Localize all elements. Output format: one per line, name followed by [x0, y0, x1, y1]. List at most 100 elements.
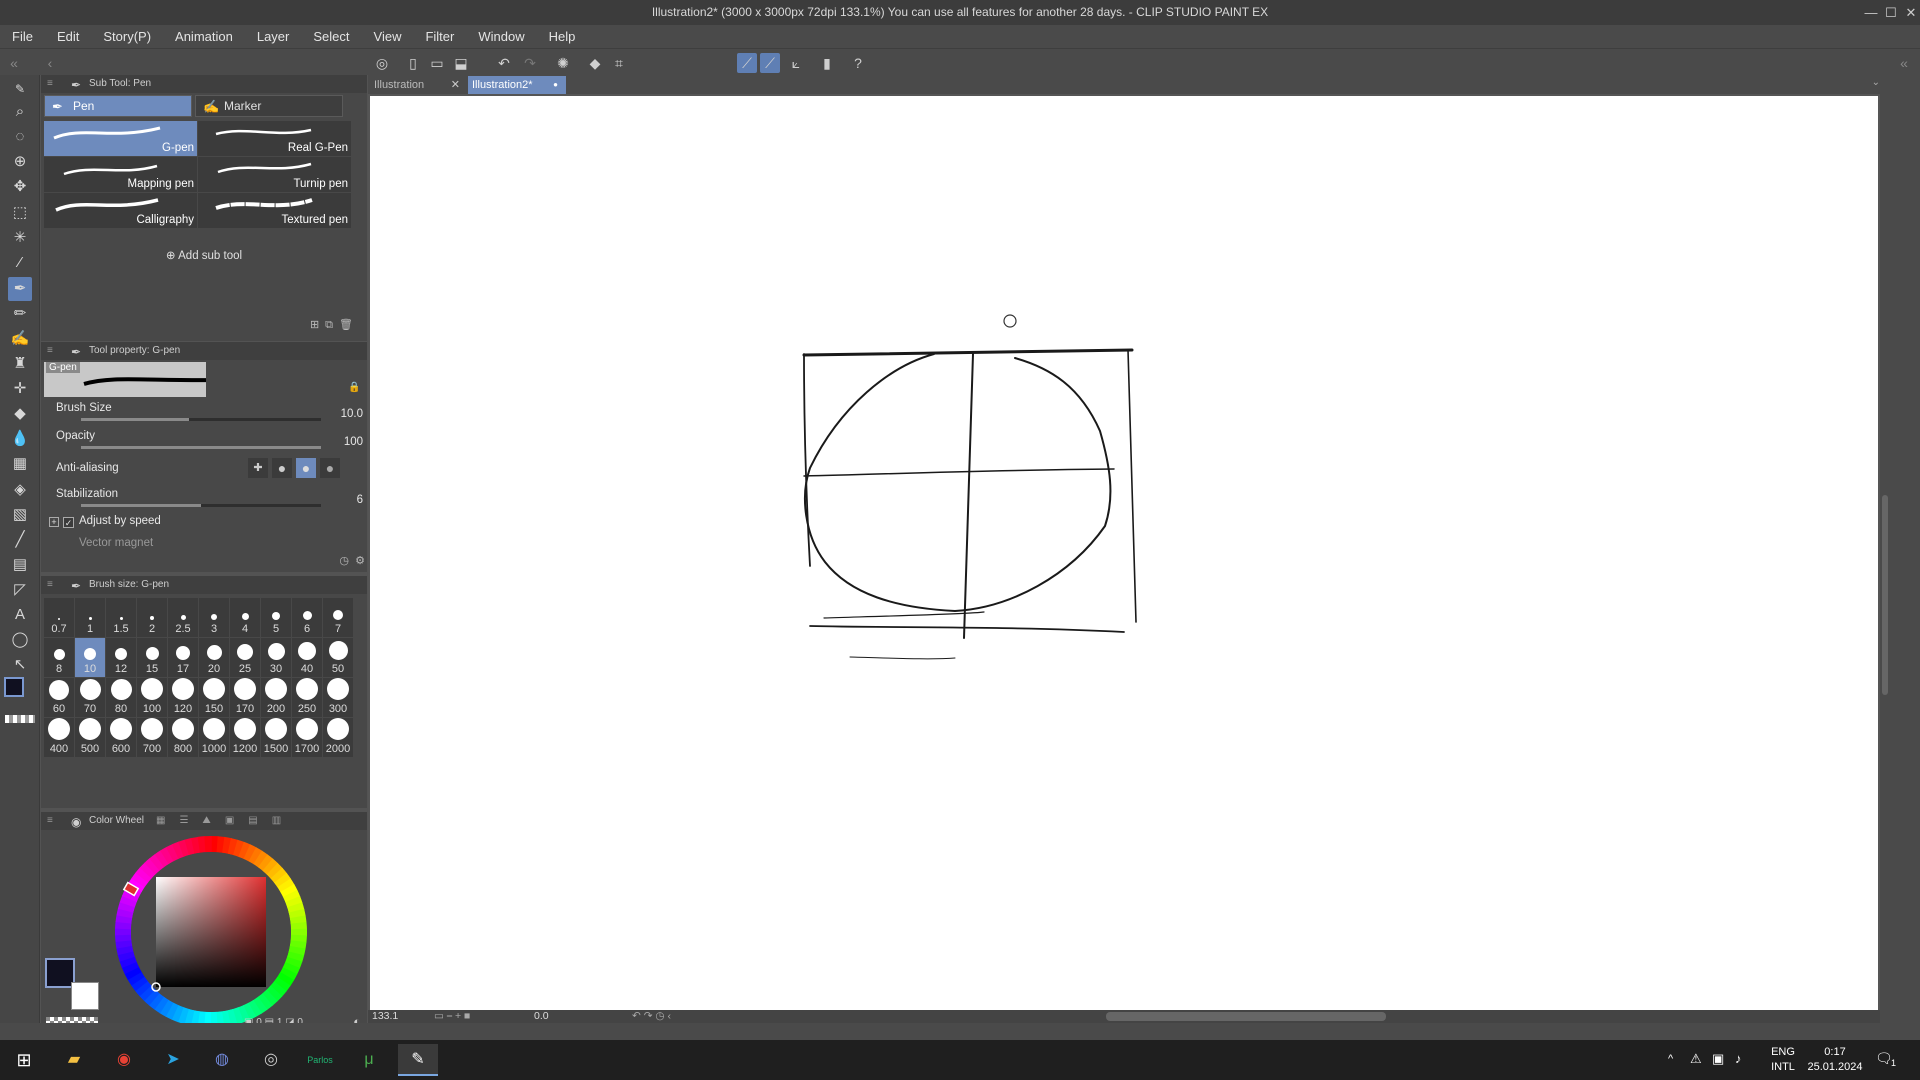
- rotation-value[interactable]: 0.0: [534, 1010, 549, 1022]
- clock[interactable]: 0:17 25.01.2024: [1803, 1045, 1867, 1075]
- brush-size-option[interactable]: 20: [199, 638, 229, 677]
- grip-icon[interactable]: ≡: [47, 812, 53, 830]
- vertical-scrollbar[interactable]: [1882, 495, 1888, 695]
- menu-window[interactable]: Window: [466, 29, 536, 44]
- loading-icon[interactable]: ✺: [553, 53, 573, 73]
- blend-icon[interactable]: 💧: [8, 427, 32, 451]
- brush-size-slider[interactable]: [81, 418, 321, 421]
- help-icon[interactable]: ?: [848, 53, 868, 73]
- collapse-left-icon[interactable]: «: [4, 53, 24, 73]
- menu-layer[interactable]: Layer: [245, 29, 302, 44]
- drawing-canvas[interactable]: [370, 96, 1878, 1010]
- telegram-icon[interactable]: ➤: [153, 1044, 193, 1076]
- collapse-right-icon[interactable]: «: [1894, 53, 1914, 73]
- settings-icon[interactable]: ⚙: [355, 554, 365, 567]
- windows-start-icon[interactable]: ⊞: [4, 1044, 44, 1076]
- correct-line-icon[interactable]: ↖: [8, 653, 32, 677]
- menu-edit[interactable]: Edit: [45, 29, 91, 44]
- brush-size-option[interactable]: 170: [230, 678, 260, 717]
- brush-size-option[interactable]: 120: [168, 678, 198, 717]
- fill-icon[interactable]: ◈: [8, 478, 32, 502]
- stabilization-slider[interactable]: [81, 504, 321, 507]
- airbrush-icon[interactable]: ♜: [8, 352, 32, 376]
- move-icon[interactable]: ✥: [8, 175, 32, 199]
- companion-icon[interactable]: ▮: [817, 53, 837, 73]
- grip-icon[interactable]: ≡: [47, 75, 53, 93]
- brush-size-option[interactable]: 15: [137, 638, 167, 677]
- minimize-button[interactable]: —: [1862, 0, 1880, 25]
- grip-icon[interactable]: ≡: [47, 576, 53, 594]
- brush-size-option[interactable]: 150: [199, 678, 229, 717]
- grip-icon[interactable]: ≡: [47, 342, 53, 360]
- duplicate-icon[interactable]: ⧉: [325, 319, 339, 331]
- brush-size-option[interactable]: 400: [44, 718, 74, 757]
- aa-medium-icon[interactable]: ●: [296, 458, 316, 478]
- brush-size-option[interactable]: 300: [323, 678, 353, 717]
- object-select-icon[interactable]: ⊕: [8, 150, 32, 174]
- redo-icon[interactable]: ↷: [520, 53, 540, 73]
- aa-weak-icon[interactable]: ●: [272, 458, 292, 478]
- tab-illustration2[interactable]: Illustration2* ●: [468, 76, 566, 94]
- undo-icon[interactable]: ↶: [494, 53, 514, 73]
- brush-size-option[interactable]: 60: [44, 678, 74, 717]
- figure-icon[interactable]: ▦: [8, 452, 32, 476]
- utorrent-icon[interactable]: μ: [349, 1044, 389, 1076]
- chrome-icon[interactable]: ◉: [104, 1044, 144, 1076]
- menu-filter[interactable]: Filter: [413, 29, 466, 44]
- pen-icon[interactable]: ✒: [8, 277, 32, 301]
- opacity-value[interactable]: 100: [291, 436, 363, 448]
- close-button[interactable]: ✕: [1902, 0, 1920, 25]
- menu-file[interactable]: File: [0, 29, 45, 44]
- menu-story[interactable]: Story(P): [91, 29, 163, 44]
- brush-size-option[interactable]: 1000: [199, 718, 229, 757]
- ruler-icon[interactable]: ◸: [8, 578, 32, 602]
- brush-size-option[interactable]: 1200: [230, 718, 260, 757]
- line-icon[interactable]: ╱: [8, 528, 32, 552]
- maximize-button[interactable]: ☐: [1882, 0, 1900, 25]
- brush-mapping-pen[interactable]: Mapping pen: [44, 157, 197, 192]
- brush-size-option[interactable]: 2000: [323, 718, 353, 757]
- brush-turnip-pen[interactable]: Turnip pen: [198, 157, 351, 192]
- tab-pen[interactable]: ✒ Pen: [44, 95, 192, 117]
- adjust-by-speed-checkbox[interactable]: ✓: [63, 517, 74, 528]
- brush-size-option[interactable]: 40: [292, 638, 322, 677]
- brush-small-icon[interactable]: ✎: [8, 77, 32, 101]
- file-explorer-icon[interactable]: ▰: [54, 1044, 94, 1076]
- pencil-icon[interactable]: ✏: [8, 302, 32, 326]
- marker-icon[interactable]: ✍: [8, 327, 32, 351]
- brush-size-option[interactable]: 0.7: [44, 598, 74, 637]
- panel-toggle-icon[interactable]: ‹: [40, 53, 60, 73]
- clip-studio-icon[interactable]: ◎: [372, 53, 392, 73]
- brush-size-option[interactable]: 200: [261, 678, 291, 717]
- volume-icon[interactable]: ♪: [1735, 1051, 1742, 1066]
- brush-size-option[interactable]: 17: [168, 638, 198, 677]
- aa-none-icon[interactable]: ✚: [248, 458, 268, 478]
- color-tabs[interactable]: ▦☰⛰▣▤▥: [156, 812, 295, 830]
- snap-special-ruler-icon[interactable]: ⟋: [760, 53, 780, 73]
- horizontal-scrollbar[interactable]: [1106, 1012, 1386, 1021]
- brush-size-option[interactable]: 600: [106, 718, 136, 757]
- brush-size-option[interactable]: 1.5: [106, 598, 136, 637]
- brush-size-option[interactable]: 1500: [261, 718, 291, 757]
- snap-grid-icon[interactable]: ⟀: [786, 53, 806, 73]
- network-icon[interactable]: ▣: [1712, 1051, 1724, 1067]
- discord-icon[interactable]: ◍: [202, 1044, 242, 1076]
- transparent-color-swatch[interactable]: [5, 715, 35, 723]
- balloon-icon[interactable]: ◯: [8, 628, 32, 652]
- transparent-fill-icon[interactable]: ◆: [585, 53, 605, 73]
- brush-textured-pen[interactable]: Textured pen: [198, 193, 351, 228]
- brush-size-option[interactable]: 7: [323, 598, 353, 637]
- brush-size-option[interactable]: 80: [106, 678, 136, 717]
- clip-studio-icon[interactable]: ◎: [251, 1044, 291, 1076]
- menu-view[interactable]: View: [362, 29, 414, 44]
- brush-g-pen[interactable]: G-pen: [44, 121, 197, 156]
- new-file-icon[interactable]: ▯: [403, 53, 423, 73]
- opacity-slider[interactable]: [81, 446, 321, 449]
- import-icon[interactable]: ⊞: [310, 319, 325, 331]
- gradient-icon[interactable]: ▧: [8, 503, 32, 527]
- eyedropper-icon[interactable]: ⁄: [8, 251, 32, 275]
- brush-size-option[interactable]: 1700: [292, 718, 322, 757]
- zoom-icon[interactable]: ⌕: [8, 100, 32, 124]
- brush-size-option[interactable]: 10: [75, 638, 105, 677]
- menu-animation[interactable]: Animation: [163, 29, 245, 44]
